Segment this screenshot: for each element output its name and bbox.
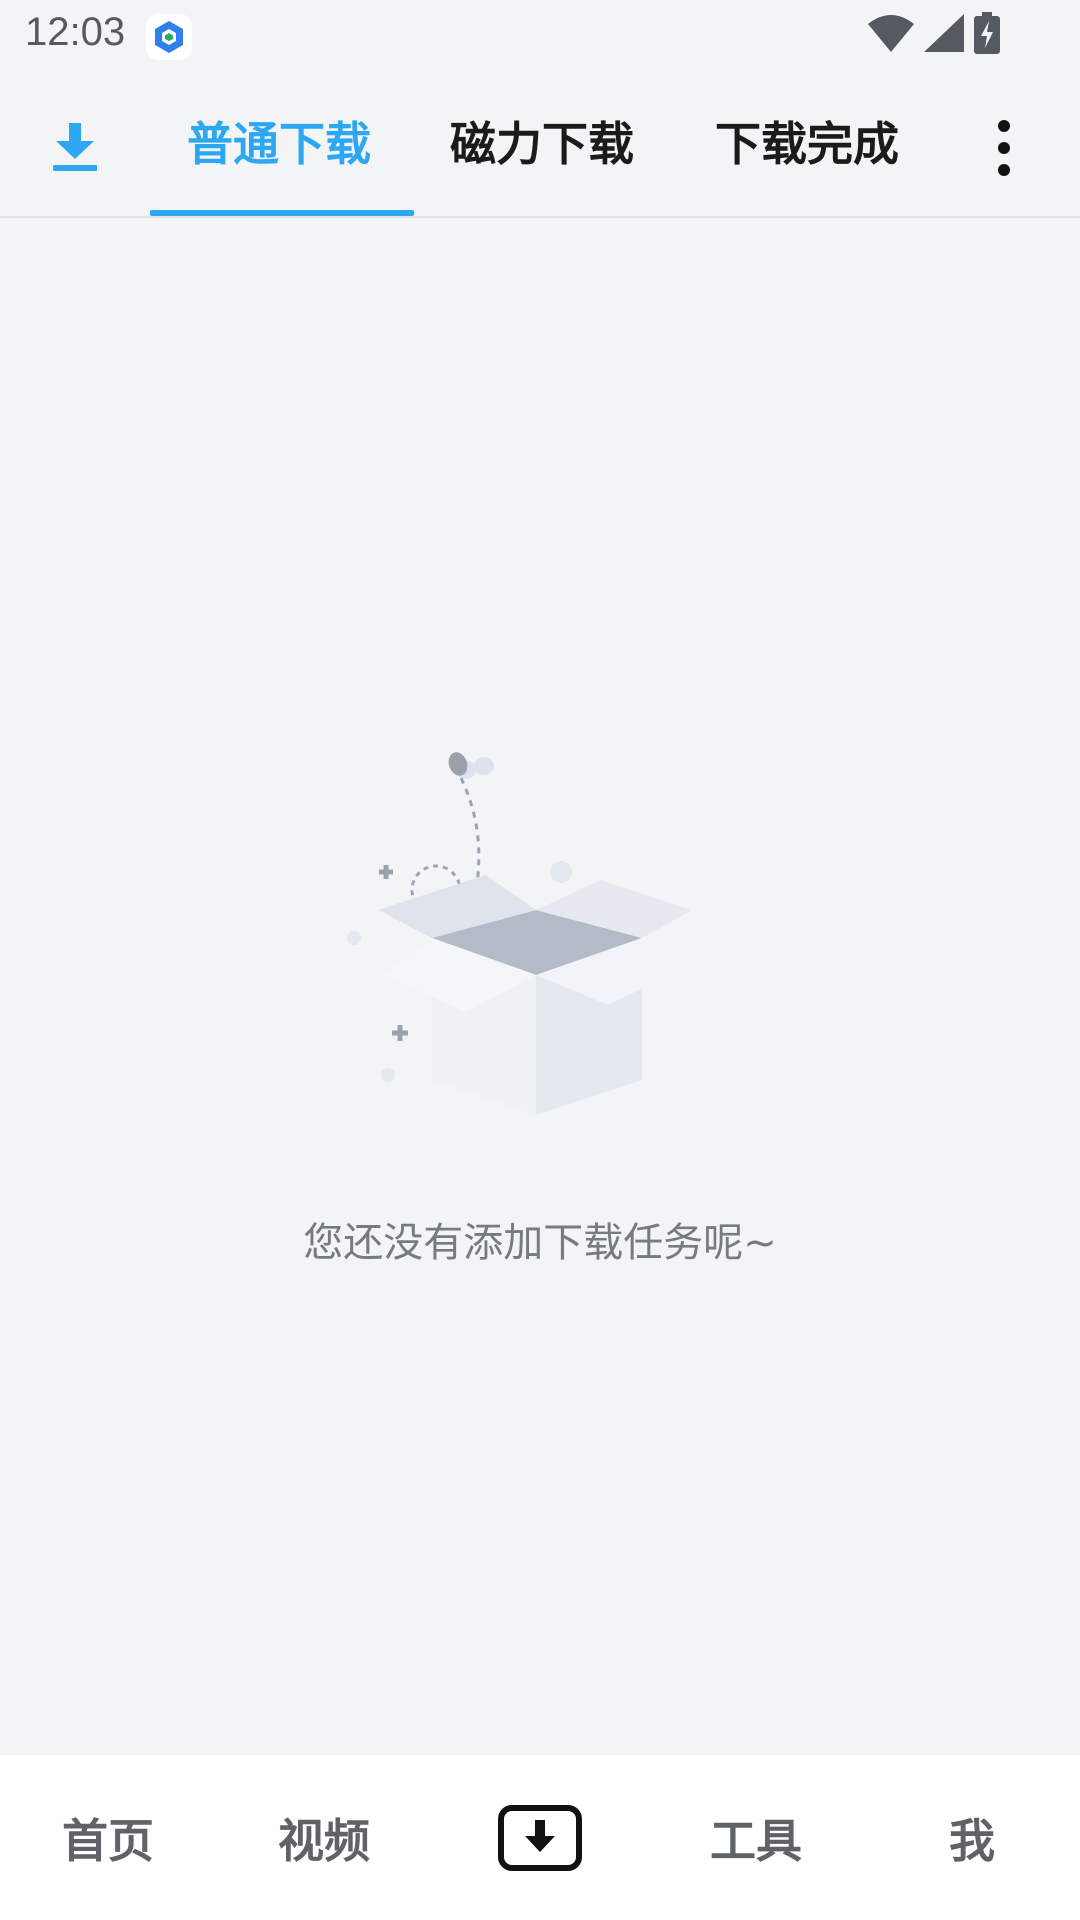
bottom-navigation: 首页 视频 工具 我 — [0, 1755, 1080, 1920]
tab-magnet-download[interactable]: 磁力下载 — [450, 114, 634, 174]
download-icon[interactable] — [50, 123, 100, 173]
more-vertical-icon[interactable] — [990, 118, 1018, 178]
status-time: 12:03 — [25, 10, 126, 54]
nav-video-label: 视频 — [278, 1813, 370, 1868]
tab-normal-download[interactable]: 普通下载 — [187, 114, 371, 174]
cellular-signal-icon — [924, 14, 964, 56]
app-root: 12:03 普通下载 磁力下载 下载完成 您还没有添加下载任务呢~ 首页 视频 … — [0, 0, 1080, 1920]
nav-video[interactable]: 视频 — [216, 1755, 432, 1920]
top-tab-bar: 普通下载 磁力下载 下载完成 — [0, 74, 1080, 218]
nav-me[interactable]: 我 — [864, 1755, 1080, 1920]
nav-me-label: 我 — [949, 1813, 995, 1868]
nav-tools[interactable]: 工具 — [648, 1755, 864, 1920]
tab-download-complete[interactable]: 下载完成 — [715, 114, 899, 174]
battery-charging-icon — [974, 12, 1000, 58]
empty-state-message: 您还没有添加下载任务呢~ — [303, 1220, 777, 1266]
nav-download[interactable] — [432, 1755, 648, 1920]
status-bar: 12:03 — [0, 0, 1080, 74]
active-tab-indicator — [150, 210, 414, 216]
wifi-icon — [868, 14, 914, 56]
status-icons — [868, 12, 1000, 58]
empty-box-icon — [336, 730, 736, 1130]
app-notification-icon — [146, 14, 192, 60]
nav-home[interactable]: 首页 — [0, 1755, 216, 1920]
nav-home-label: 首页 — [62, 1813, 154, 1868]
nav-tools-label: 工具 — [710, 1813, 802, 1868]
download-box-icon — [498, 1804, 582, 1871]
